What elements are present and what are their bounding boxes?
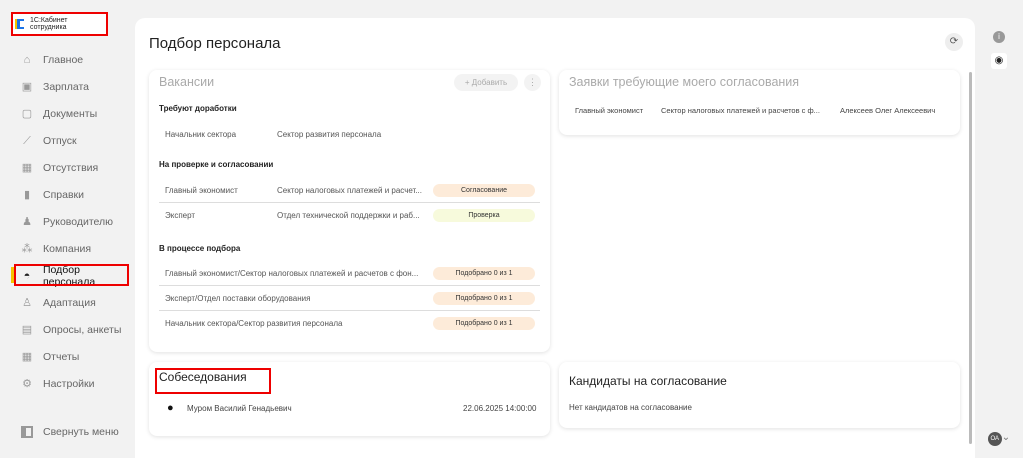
home-icon: ⌂ [23,53,31,66]
sidebar-item-label: Документы [43,107,98,120]
adaptation-icon: ♙ [22,296,32,309]
sidebar-item[interactable]: ▦ Отсутствия [0,154,135,181]
people-icon: ⁂ [21,242,33,255]
sidebar-nav: ⌂ Главное ▣ Зарплата ▢ Документы ⟋ Отпуск ▦ Отсут… [0,46,135,397]
file-icon: ▮ [23,188,31,201]
vacancy-row[interactable]: Начальник сектора Сектор развития персона… [159,122,540,147]
sidebar-item-label: Зарплата [43,80,89,93]
sidebar-item[interactable]: ⟋ Отпуск [0,127,135,154]
vacancy-row[interactable]: Главный экономист/Сектор налоговых плате… [159,261,540,286]
sidebar-item-label: Адаптация [43,296,96,309]
palm-icon: ⟋ [23,134,31,147]
requests-title: Заявки требующие моего согласования [569,75,800,89]
vacancy-position: Главный экономист [165,185,238,195]
group-label: На проверке и согласовании [159,160,274,169]
sidebar-item[interactable]: ⁂ Компания [0,235,135,262]
eye-icon[interactable]: ◉ [991,53,1007,69]
wallet-icon: ▣ [21,80,33,93]
page-title: Подбор персонала [149,35,281,52]
sidebar-item[interactable]: ▤ Опросы, анкеты [0,316,135,343]
sidebar-toggle-icon [21,426,33,438]
sidebar-item-label: Опросы, анкеты [43,323,122,336]
vacancy-position: Эксперт/Отдел поставки оборудования [165,293,311,303]
manager-icon: ♟ [22,215,32,228]
vacancy-row[interactable]: Главный экономист Сектор налоговых платеж… [159,178,540,203]
request-position[interactable]: Главный экономист [575,106,643,115]
sidebar-item[interactable]: ⚙ Настройки [0,370,135,397]
sidebar-item-label: Главное [43,53,84,66]
interview-name[interactable]: Муром Василий Генадьевич [187,404,292,413]
sidebar-item[interactable]: ▮ Справки [0,181,135,208]
add-vacancy-button[interactable]: + Добавить [454,74,518,91]
vacancy-row[interactable]: Начальник сектора/Сектор развития персон… [159,311,540,336]
vacancy-position: Эксперт [165,211,196,220]
vacancy-position: Начальник сектора/Сектор развития персон… [165,319,343,328]
sidebar-item[interactable]: ▢ Документы [0,100,135,127]
1c-logo-icon [17,19,24,29]
user-avatar[interactable]: ОА ⌄ [987,430,1011,446]
vacancies-card: Вакансии + Добавить ⋮ Требуют доработки … [149,70,550,352]
request-person[interactable]: Алексеев Олег Алексеевич [840,106,935,115]
sidebar-item-label: Отпуск [43,134,77,147]
sidebar-item[interactable]: ⌂ Главное [0,46,135,73]
sidebar-item-label: Руководителю [43,215,114,228]
vacancy-dept: Отдел технической поддержки и раб... [277,211,420,220]
highlight-box [14,264,129,286]
vacancy-position: Главный экономист/Сектор налоговых плате… [165,268,419,278]
interview-datetime: 22.06.2025 14:00:00 [463,404,537,413]
request-dept[interactable]: Сектор налоговых платежей и расчетов с ф… [661,106,820,115]
document-icon: ▢ [21,107,33,120]
status-badge: Проверка [433,209,535,222]
sidebar-item-label: Справки [43,188,84,201]
status-badge: Подобрано 0 из 1 [433,291,535,305]
candidates-card: Кандидаты на согласование Нет кандидатов… [559,362,960,428]
refresh-button[interactable]: ⟳ [945,33,963,51]
status-badge: Подобрано 0 из 1 [433,317,535,330]
sidebar-item[interactable]: ♙ Адаптация [0,289,135,316]
sidebar-item[interactable]: ◓ Подбор персонала [0,262,135,289]
collapse-label: Свернуть меню [43,426,119,438]
brand-label: 1С:Кабинет сотрудника [30,17,68,31]
sidebar: 1С:Кабинет сотрудника ⌂ Главное ▣ Зарплата ▢… [0,0,135,456]
location-pin-icon: ● [167,402,174,414]
more-menu-button[interactable]: ⋮ [524,74,541,91]
calendar-icon: ▦ [21,161,33,174]
vacancies-title: Вакансии [159,75,215,89]
info-icon[interactable]: i [993,31,1005,43]
scrollbar[interactable] [969,72,972,444]
main-panel: Подбор персонала ⟳ Вакансии + Добавить ⋮… [135,18,975,458]
vacancy-row[interactable]: Эксперт Отдел технической поддержки и раб… [159,203,540,228]
status-badge: Согласование [433,183,535,197]
sidebar-item[interactable]: ♟ Руководителю [0,208,135,235]
sidebar-item-label: Настройки [43,377,95,390]
table-icon: ▦ [21,350,33,363]
avatar-initials: ОА [987,432,1002,446]
sidebar-item-label: Отчеты [43,350,80,363]
survey-icon: ▤ [21,323,33,336]
group-label: Требуют доработки [159,104,237,113]
sidebar-item[interactable]: ▦ Отчеты [0,343,135,370]
interviews-title: Собеседования [159,370,247,384]
sidebar-item-label: Отсутствия [43,161,99,174]
app-brand[interactable]: 1С:Кабинет сотрудника [11,12,108,36]
vacancy-position: Начальник сектора [165,130,237,139]
vacancy-dept: Сектор налоговых платежей и расчет... [277,185,422,195]
gear-icon: ⚙ [22,377,32,390]
requests-card: Заявки требующие моего согласования Глав… [559,70,960,135]
sidebar-item-label: Компания [43,242,92,255]
status-badge: Подобрано 0 из 1 [433,266,535,280]
candidates-title: Кандидаты на согласование [569,374,727,388]
group-label: В процессе подбора [159,244,241,253]
interviews-card: Собеседования ● Муром Василий Генадьевич… [149,362,550,436]
collapse-menu-button[interactable]: Свернуть меню [21,426,119,438]
candidates-empty: Нет кандидатов на согласование [569,403,692,412]
sidebar-item[interactable]: ▣ Зарплата [0,73,135,100]
vacancy-row[interactable]: Эксперт/Отдел поставки оборудования Подоб… [159,286,540,311]
vacancy-dept: Сектор развития персонала [277,130,382,139]
